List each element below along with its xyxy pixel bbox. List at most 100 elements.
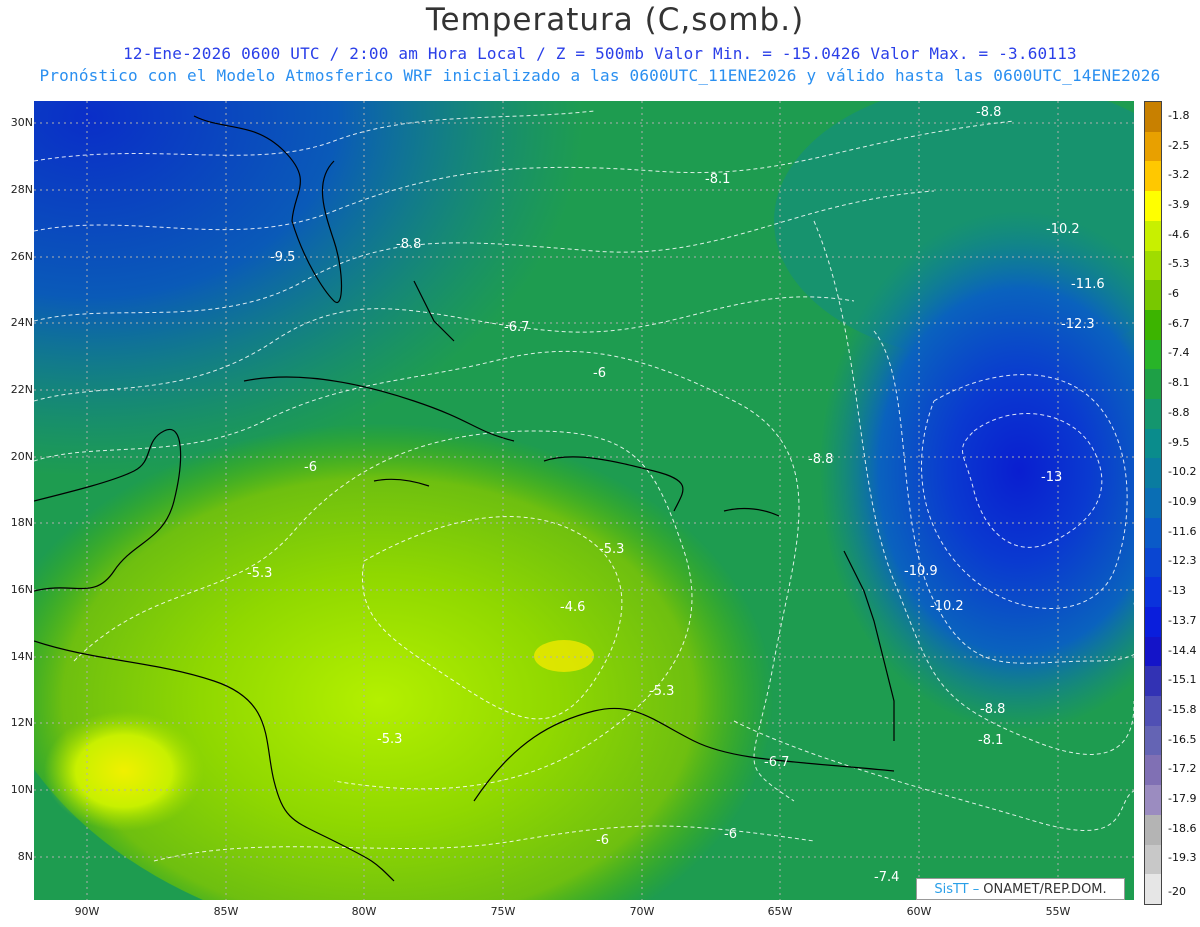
temperature-map: -8.8 -8.1 -10.2 -11.6 -12.3 -8.8 -9.5 -6.7 -6 -6 -… [34, 101, 1134, 900]
subtitle-valid-time: 12-Ene-2026 0600 UTC / 2:00 am Hora Loca… [123, 44, 1077, 63]
legend-swatch [1145, 458, 1161, 489]
legend-swatch [1145, 488, 1161, 519]
legend-label: -10.2 [1168, 465, 1197, 479]
subtitle-model-info: Pronóstico con el Modelo Atmosferico WRF… [39, 66, 1161, 85]
warm-spot-caribbean [534, 640, 594, 672]
contour-label: -8.1 [978, 733, 1003, 748]
legend-swatch [1145, 874, 1161, 905]
lon-label: 55W [1045, 905, 1071, 918]
legend-swatch [1145, 161, 1161, 192]
contour-label: -10.9 [904, 564, 938, 579]
contour-label: -5.3 [247, 566, 272, 581]
lon-label: 60W [906, 905, 932, 918]
legend-swatch [1145, 666, 1161, 697]
lat-label: 12N [10, 716, 33, 729]
legend-label: -14.4 [1168, 643, 1197, 657]
legend-swatch [1145, 755, 1161, 786]
lat-label: 20N [10, 450, 33, 463]
contour-label: -10.2 [1046, 222, 1080, 237]
legend-swatch [1145, 636, 1161, 667]
lon-label: 85W [213, 905, 239, 918]
legend-swatch [1145, 250, 1161, 281]
contour-label: -6 [304, 460, 317, 475]
legend-swatch [1145, 191, 1161, 222]
legend-label: -13.7 [1168, 613, 1197, 627]
lat-label: 14N [10, 650, 33, 663]
contour-label: -8.8 [980, 702, 1005, 717]
legend-label: -17.9 [1168, 792, 1197, 806]
contour-label: -9.5 [270, 250, 295, 265]
legend-label: -3.2 [1168, 168, 1190, 182]
contour-label: -6.7 [504, 320, 529, 335]
legend-swatch [1145, 428, 1161, 459]
legend-label: -8.1 [1168, 376, 1190, 390]
lon-label: 75W [490, 905, 516, 918]
legend-label: -18.6 [1168, 821, 1197, 835]
contour-label: -6 [593, 366, 606, 381]
legend-swatch [1145, 696, 1161, 727]
legend-label: -10.9 [1168, 495, 1197, 508]
lat-label: 30N [10, 116, 33, 129]
contour-label: -5.3 [377, 732, 402, 747]
contour-label: -7.4 [874, 870, 899, 885]
legend-swatch [1145, 399, 1161, 430]
legend-swatch [1145, 785, 1161, 816]
legend-swatch [1145, 547, 1161, 578]
legend-swatch [1145, 220, 1161, 252]
legend-swatch [1145, 725, 1161, 756]
legend-label: -16.5 [1168, 732, 1197, 746]
legend-label: -5.3 [1168, 257, 1190, 271]
contour-label: -10.2 [930, 599, 964, 614]
sispi-logo: SisTT – [934, 881, 980, 897]
contour-label: -6 [596, 833, 609, 848]
contour-label: -5.3 [649, 684, 674, 699]
legend-label: -2.5 [1168, 138, 1190, 152]
legend-label: -15.8 [1168, 702, 1197, 716]
lat-label: 26N [10, 250, 33, 263]
legend-label: -9.5 [1168, 435, 1190, 449]
legend-label: -20 [1168, 885, 1186, 899]
lat-label: 8N [17, 850, 33, 863]
legend-label: -19.3 [1168, 851, 1197, 865]
contour-label: -5.3 [599, 542, 624, 557]
legend-label: -13 [1168, 584, 1186, 598]
contour-label: -8.1 [705, 172, 730, 187]
legend-swatch [1145, 577, 1161, 608]
credit-box: SisTT – ONAMET/REP.DOM. [916, 878, 1125, 900]
legend-label: -1.8 [1168, 108, 1190, 122]
map-panel: -8.8 -8.1 -10.2 -11.6 -12.3 -8.8 -9.5 -6.7 -6 -6 -… [34, 101, 1134, 900]
contour-label: -8.8 [976, 105, 1001, 120]
contour-label: -8.8 [808, 452, 833, 467]
lat-label: 16N [10, 583, 33, 596]
legend-label: -6 [1168, 287, 1179, 301]
legend-label: -12.3 [1168, 554, 1197, 568]
color-legend [1144, 101, 1162, 905]
contour-label: -4.6 [560, 600, 585, 615]
warm-spot-pacific [44, 711, 204, 831]
legend-swatch [1145, 102, 1161, 133]
lon-label: 80W [351, 905, 377, 918]
contour-label: -6.7 [764, 755, 789, 770]
lon-label: 70W [629, 905, 655, 918]
legend-swatch [1145, 309, 1161, 341]
legend-swatch [1145, 814, 1161, 846]
legend-swatch [1145, 131, 1161, 162]
legend-label: -17.2 [1168, 762, 1197, 776]
legend-swatch [1145, 280, 1161, 311]
contour-label: -13 [1041, 470, 1062, 485]
lat-label: 24N [10, 316, 33, 329]
contour-label: -8.8 [396, 237, 421, 252]
credit-text: ONAMET/REP.DOM. [983, 881, 1107, 897]
legend-label: -7.4 [1168, 346, 1190, 360]
legend-swatch [1145, 606, 1161, 638]
lat-label: 28N [10, 183, 33, 196]
legend-label: -8.8 [1168, 405, 1190, 419]
legend-swatch [1145, 339, 1161, 370]
lon-label: 65W [767, 905, 793, 918]
lat-label: 18N [10, 516, 33, 529]
legend-swatch [1145, 517, 1161, 549]
legend-swatch [1145, 369, 1161, 400]
contour-label: -6 [724, 827, 737, 842]
legend-swatch [1145, 844, 1161, 875]
legend-label: -15.1 [1168, 673, 1197, 687]
